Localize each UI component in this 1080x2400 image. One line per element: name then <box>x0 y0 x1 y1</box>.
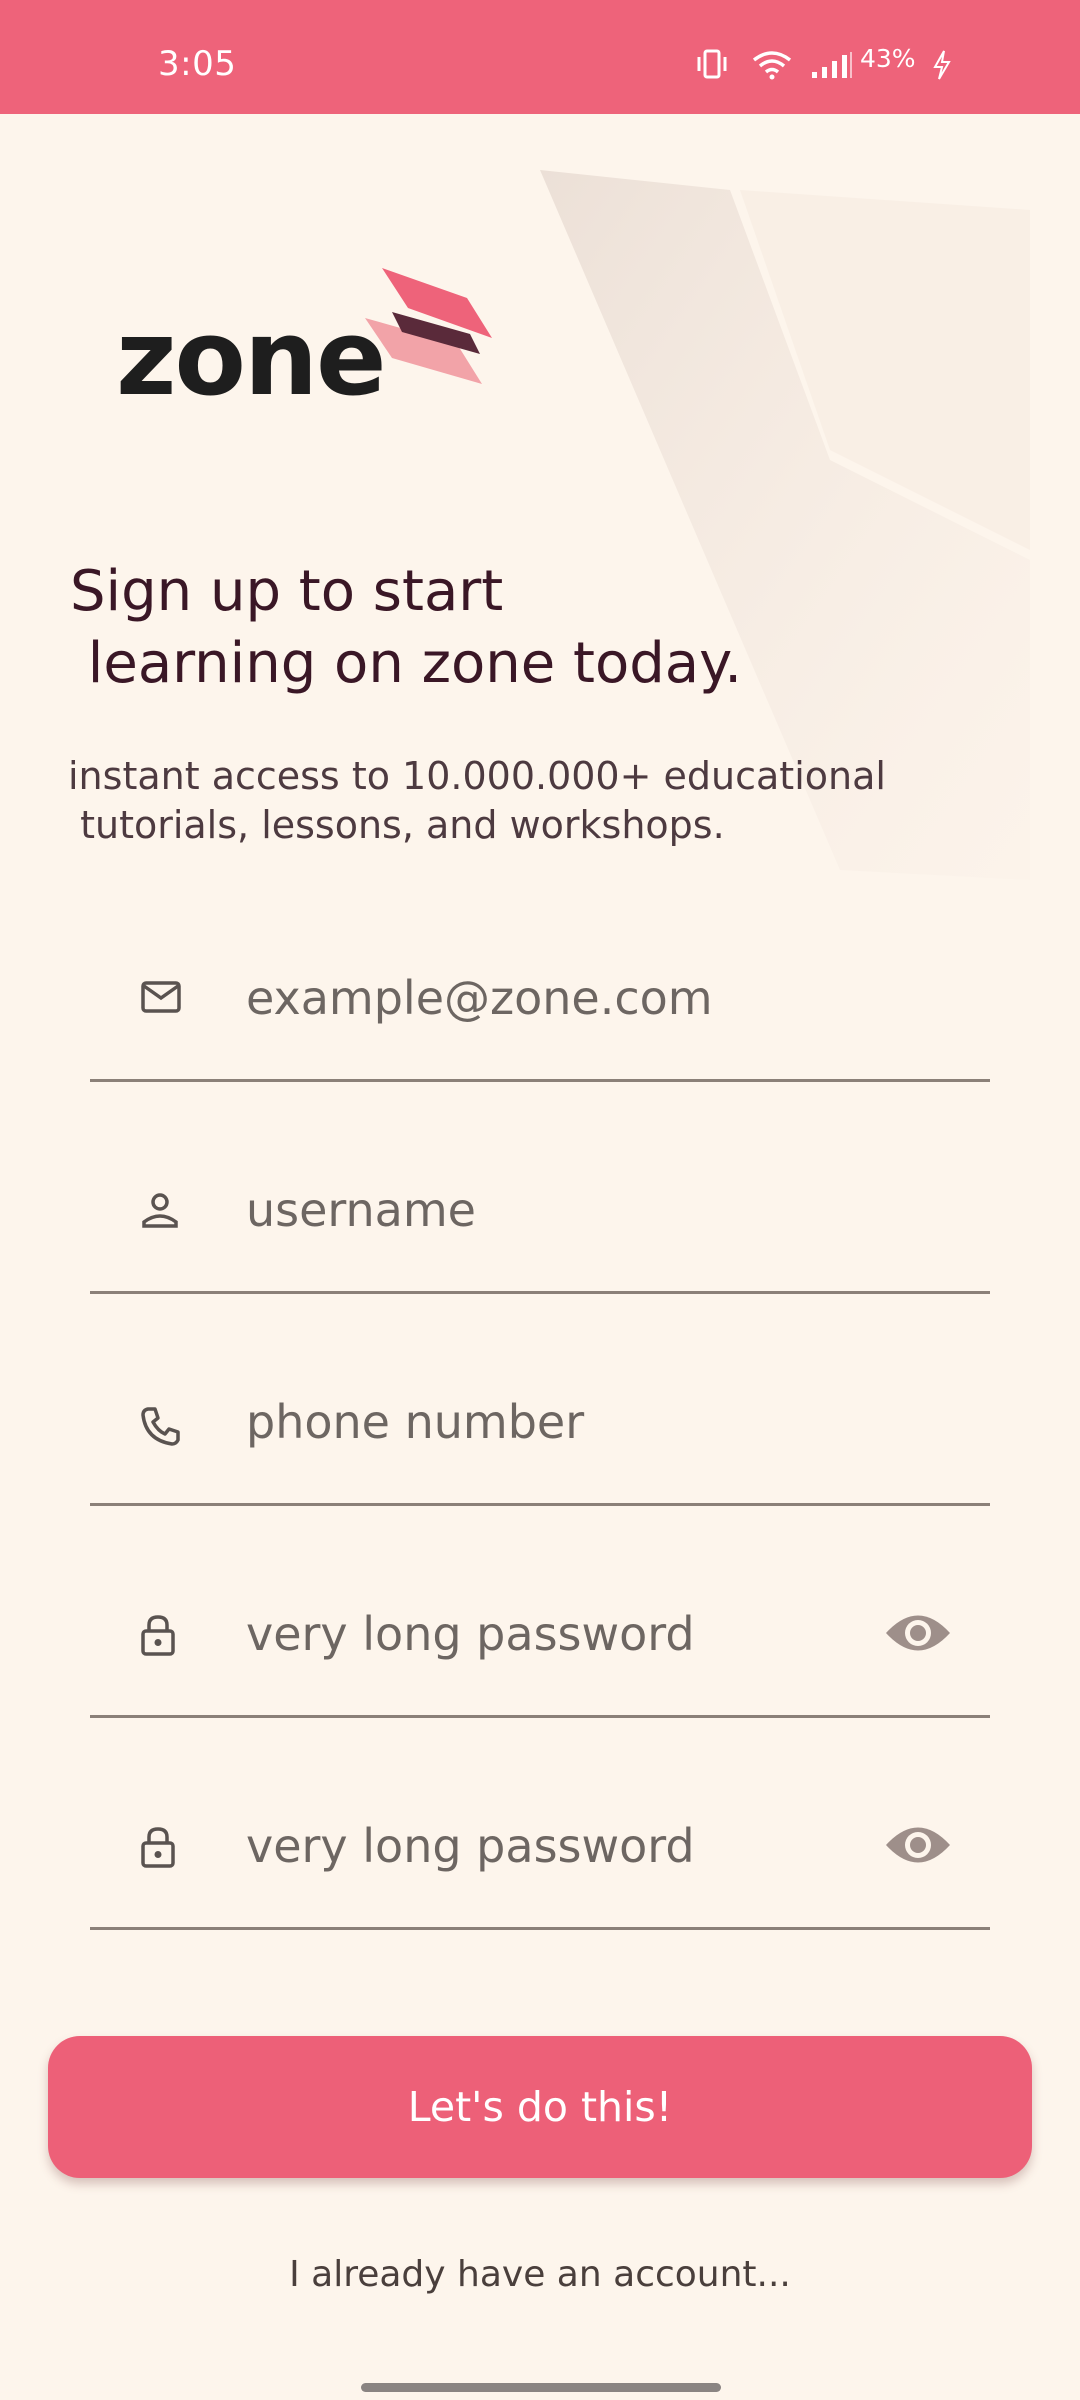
confirm-password-input[interactable] <box>246 1806 806 1886</box>
login-link[interactable]: I already have an account... <box>0 2254 1080 2295</box>
password-input[interactable] <box>246 1594 806 1674</box>
signup-button[interactable]: Let's do this! <box>48 2036 1032 2178</box>
username-input[interactable] <box>246 1170 806 1250</box>
phone-icon <box>141 1407 180 1446</box>
wifi-icon <box>752 51 792 80</box>
username-field[interactable] <box>90 1082 990 1294</box>
battery-percentage: 43% <box>860 44 916 73</box>
status-time: 3:05 <box>158 44 237 84</box>
confirm-password-underline <box>90 1927 990 1930</box>
zone-logo-mark <box>365 268 492 384</box>
eye-icon[interactable] <box>884 1610 952 1656</box>
email-field[interactable] <box>90 870 990 1082</box>
password-field[interactable] <box>90 1506 990 1718</box>
logo-text: zone <box>116 297 387 419</box>
confirm-password-field[interactable] <box>90 1718 990 1930</box>
status-bar: 3:05 43% <box>0 0 1080 114</box>
page-title: Sign up to start learning on zone today. <box>70 559 743 696</box>
lock-icon <box>141 1827 175 1868</box>
lock-icon <box>141 1615 175 1656</box>
email-input[interactable] <box>246 958 806 1038</box>
signal-icon <box>812 52 852 78</box>
battery-charging-icon <box>933 50 951 80</box>
mail-icon <box>141 981 181 1013</box>
status-icons: 43% <box>697 44 1014 86</box>
phone-field[interactable] <box>90 1294 990 1506</box>
person-icon <box>142 1193 178 1228</box>
home-indicator[interactable] <box>361 2383 721 2392</box>
eye-icon[interactable] <box>884 1822 952 1868</box>
vibrate-icon <box>697 49 727 79</box>
phone-input[interactable] <box>246 1382 806 1462</box>
page-subtitle: instant access to 10.000.000+ educationa… <box>68 754 886 847</box>
